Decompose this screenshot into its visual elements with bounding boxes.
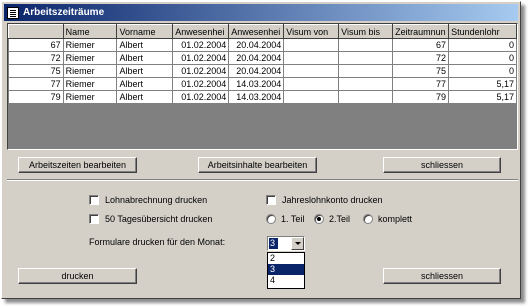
schliessen-top-button[interactable]: schliessen bbox=[383, 157, 501, 173]
grid-corner[interactable] bbox=[8, 24, 64, 39]
drucken-button[interactable]: drucken bbox=[18, 268, 137, 284]
cell-stundenlohn[interactable]: 5,17 bbox=[448, 77, 517, 91]
col-header[interactable]: Visum von bbox=[283, 24, 340, 39]
jahreslohnkonto-checkbox[interactable] bbox=[266, 195, 276, 205]
monat-option-selected[interactable]: 3 bbox=[268, 264, 304, 275]
cell-zeitraum[interactable]: 77 bbox=[392, 77, 450, 91]
cell-anwesenheit-bis[interactable]: 14.03.2004 bbox=[228, 90, 285, 104]
cell-stundenlohn[interactable]: 5,17 bbox=[448, 90, 517, 104]
cell-name[interactable]: Riemer bbox=[63, 38, 118, 52]
cell-visum-bis[interactable] bbox=[338, 64, 394, 78]
cell-vorname[interactable]: Albert bbox=[116, 77, 174, 91]
cell-name[interactable]: Riemer bbox=[63, 77, 118, 91]
title-bar[interactable]: Arbeitszeiträume bbox=[4, 4, 518, 21]
arbeitsinhalte-bearbeiten-button[interactable]: Arbeitsinhalte bearbeiten bbox=[198, 157, 317, 173]
cell-vorname[interactable]: Albert bbox=[116, 38, 174, 52]
cell-stundenlohn[interactable]: 0 bbox=[448, 38, 517, 52]
cell-name[interactable]: Riemer bbox=[63, 90, 118, 104]
monat-option[interactable]: 4 bbox=[268, 275, 304, 286]
cell-visum-von[interactable] bbox=[283, 77, 340, 91]
monat-selected-value: 3 bbox=[269, 238, 278, 249]
cell-zeitraum[interactable]: 79 bbox=[392, 90, 450, 104]
row-id[interactable]: 77 bbox=[8, 77, 64, 91]
komplett-radio[interactable] bbox=[363, 214, 373, 224]
teil-2-label: 2.Teil bbox=[329, 214, 351, 224]
cell-zeitraum[interactable]: 72 bbox=[392, 51, 450, 65]
cell-anwesenheit-bis[interactable]: 20.04.2004 bbox=[228, 51, 285, 65]
cell-anwesenheit-von[interactable]: 01.02.2004 bbox=[172, 90, 230, 104]
monat-label: Formulare drucken für den Monat: bbox=[89, 237, 226, 247]
cell-vorname[interactable]: Albert bbox=[116, 51, 174, 65]
col-header[interactable]: Zeitraumnun bbox=[392, 24, 450, 39]
teil-2-radio[interactable] bbox=[314, 214, 324, 224]
cell-visum-von[interactable] bbox=[283, 51, 340, 65]
cell-vorname[interactable]: Albert bbox=[116, 64, 174, 78]
cell-anwesenheit-von[interactable]: 01.02.2004 bbox=[172, 77, 230, 91]
col-header[interactable]: Anwesenhei bbox=[172, 24, 230, 39]
cell-anwesenheit-von[interactable]: 01.02.2004 bbox=[172, 64, 230, 78]
col-header[interactable]: Vorname bbox=[116, 24, 174, 39]
table-row[interactable]: 75 Riemer Albert 01.02.2004 20.04.2004 7… bbox=[8, 64, 517, 78]
cell-anwesenheit-bis[interactable]: 20.04.2004 bbox=[228, 38, 285, 52]
cell-stundenlohn[interactable]: 0 bbox=[448, 64, 517, 78]
cell-anwesenheit-bis[interactable]: 14.03.2004 bbox=[228, 77, 285, 91]
arbeitszeiten-bearbeiten-button[interactable]: Arbeitszeiten bearbeiten bbox=[18, 157, 137, 173]
cell-visum-von[interactable] bbox=[283, 90, 340, 104]
main-window: Arbeitszeiträume Name Vorname Anwesenhei… bbox=[1, 1, 521, 299]
grid-table: Name Vorname Anwesenhei Anwesenhei Visum… bbox=[8, 24, 517, 104]
schliessen-bottom-button[interactable]: schliessen bbox=[383, 268, 501, 284]
table-row[interactable]: 79 Riemer Albert 01.02.2004 14.03.2004 7… bbox=[8, 90, 517, 104]
cell-anwesenheit-von[interactable]: 01.02.2004 bbox=[172, 38, 230, 52]
cell-name[interactable]: Riemer bbox=[63, 51, 118, 65]
row-id[interactable]: 75 bbox=[8, 64, 64, 78]
table-row[interactable]: 72 Riemer Albert 01.02.2004 20.04.2004 7… bbox=[8, 51, 517, 65]
cell-anwesenheit-von[interactable]: 01.02.2004 bbox=[172, 51, 230, 65]
table-row[interactable]: 77 Riemer Albert 01.02.2004 14.03.2004 7… bbox=[8, 77, 517, 91]
cell-name[interactable]: Riemer bbox=[63, 64, 118, 78]
col-header[interactable]: Stundenlohr bbox=[448, 24, 517, 39]
tagesuebersicht-label: 50 Tagesübersicht drucken bbox=[105, 214, 213, 224]
row-id[interactable]: 79 bbox=[8, 90, 64, 104]
grid-header-row: Name Vorname Anwesenhei Anwesenhei Visum… bbox=[8, 24, 517, 39]
col-header[interactable]: Visum bis bbox=[338, 24, 394, 39]
teil-1-radio[interactable] bbox=[266, 214, 276, 224]
window-title: Arbeitszeiträume bbox=[23, 7, 105, 18]
cell-vorname[interactable]: Albert bbox=[116, 90, 174, 104]
lohnabrechnung-checkbox[interactable] bbox=[89, 195, 99, 205]
jahreslohnkonto-label: Jahreslohnkonto drucken bbox=[282, 195, 383, 205]
teil-1-label: 1. Teil bbox=[281, 214, 305, 224]
cell-zeitraum[interactable]: 75 bbox=[392, 64, 450, 78]
cell-stundenlohn[interactable]: 0 bbox=[448, 51, 517, 65]
section-divider bbox=[7, 179, 518, 181]
row-id[interactable]: 67 bbox=[8, 38, 64, 52]
col-header[interactable]: Name bbox=[62, 24, 118, 39]
cell-zeitraum[interactable]: 67 bbox=[392, 38, 450, 52]
cell-visum-bis[interactable] bbox=[338, 38, 394, 52]
row-id[interactable]: 72 bbox=[8, 51, 64, 65]
data-grid[interactable]: Name Vorname Anwesenhei Anwesenhei Visum… bbox=[7, 23, 518, 150]
tagesuebersicht-checkbox[interactable] bbox=[89, 214, 99, 224]
cell-visum-von[interactable] bbox=[283, 64, 340, 78]
monat-select[interactable]: 3 bbox=[267, 236, 305, 251]
monat-option[interactable]: 2 bbox=[268, 253, 304, 264]
cell-visum-bis[interactable] bbox=[338, 77, 394, 91]
cell-anwesenheit-bis[interactable]: 20.04.2004 bbox=[228, 64, 285, 78]
table-row[interactable]: 67 Riemer Albert 01.02.2004 20.04.2004 6… bbox=[8, 38, 517, 52]
cell-visum-von[interactable] bbox=[283, 38, 340, 52]
app-icon bbox=[7, 6, 19, 19]
cell-visum-bis[interactable] bbox=[338, 90, 394, 104]
lohnabrechnung-label: Lohnabrechnung drucken bbox=[105, 195, 208, 205]
chevron-down-icon[interactable] bbox=[291, 237, 304, 250]
col-header[interactable]: Anwesenhei bbox=[228, 24, 285, 39]
monat-dropdown-list[interactable]: 2 3 4 bbox=[267, 252, 305, 289]
cell-visum-bis[interactable] bbox=[338, 51, 394, 65]
komplett-label: komplett bbox=[378, 214, 413, 224]
